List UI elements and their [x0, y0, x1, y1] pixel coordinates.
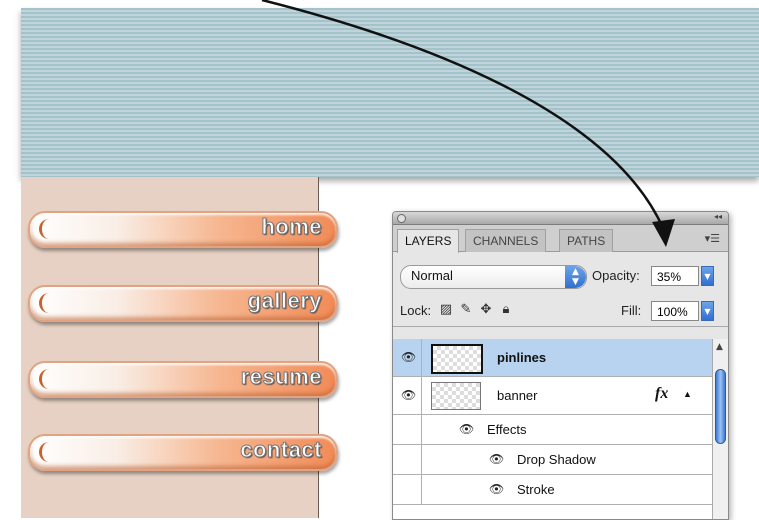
tab-layers[interactable]: LAYERS — [397, 229, 460, 253]
effect-name: Drop Shadow — [517, 452, 596, 467]
scroll-up-icon[interactable]: ▲ — [716, 342, 723, 352]
opacity-field[interactable]: 35% — [651, 266, 699, 286]
nav-button-gallery[interactable]: gallery — [28, 285, 338, 322]
collapse-icon[interactable]: ◂◂ — [714, 212, 722, 221]
panel-tabs: LAYERS CHANNELS PATHS ▾☰ — [393, 225, 728, 253]
layer-row-banner[interactable]: 👁︎ banner fx ▲ — [393, 377, 713, 415]
layer-row-pinlines[interactable]: 👁︎ pinlines — [393, 339, 713, 377]
opacity-label: Opacity: — [592, 268, 640, 283]
layers-panel: ◂◂ LAYERS CHANNELS PATHS ▾☰ Normal ▲ ▼ Op… — [392, 211, 729, 520]
eye-icon[interactable]: 👁︎ — [401, 388, 416, 402]
button-grip-shape — [39, 442, 56, 462]
lock-label: Lock: — [400, 303, 432, 318]
fx-icon[interactable]: fx — [655, 385, 668, 403]
lock-all-icon[interactable]: 🔒︎ — [499, 303, 513, 317]
layer-thumbnail — [431, 344, 483, 374]
effects-row[interactable]: 👁︎ Effects — [393, 415, 713, 445]
layers-list: 👁︎ pinlines 👁︎ banner fx ▲ 👁︎ Effects 👁︎… — [393, 339, 713, 519]
scroll-thumb[interactable] — [715, 369, 726, 444]
eye-icon[interactable]: 👁︎ — [489, 482, 504, 496]
nav-label: home — [261, 214, 322, 240]
fill-field[interactable]: 100% — [651, 301, 699, 321]
updown-arrows-icon: ▲ ▼ — [565, 266, 586, 288]
tab-channels[interactable]: CHANNELS — [465, 229, 547, 252]
layer-name[interactable]: pinlines — [497, 350, 546, 365]
layers-scrollbar[interactable]: ▲ — [712, 339, 728, 519]
fill-dropdown-icon[interactable]: ▼ — [701, 301, 714, 321]
nav-button-resume[interactable]: resume — [28, 361, 338, 398]
nav-button-home[interactable]: home — [28, 211, 338, 248]
lock-image-pixels-icon[interactable]: ✎ — [459, 303, 473, 317]
blend-mode-value: Normal — [411, 268, 453, 283]
lock-position-icon[interactable]: ✥ — [479, 303, 493, 317]
button-grip-shape — [39, 369, 56, 389]
effect-row-stroke[interactable]: 👁︎ Stroke — [393, 475, 713, 505]
layer-name[interactable]: banner — [497, 388, 537, 403]
blend-mode-select[interactable]: Normal ▲ ▼ — [400, 265, 587, 289]
visibility-column — [393, 445, 422, 474]
expand-effects-icon[interactable]: ▲ — [683, 389, 692, 399]
header-banner-pinlines — [21, 8, 759, 177]
button-grip-shape — [39, 293, 56, 313]
button-grip-shape — [39, 219, 56, 239]
panel-titlebar[interactable]: ◂◂ — [393, 212, 728, 225]
eye-icon[interactable]: 👁︎ — [401, 350, 416, 364]
nav-button-contact[interactable]: contact — [28, 434, 338, 471]
effects-label: Effects — [487, 422, 527, 437]
nav-label: gallery — [247, 288, 322, 314]
eye-icon[interactable]: 👁︎ — [489, 452, 504, 466]
eye-icon[interactable]: 👁︎ — [459, 422, 474, 436]
visibility-column — [393, 415, 422, 444]
close-icon[interactable] — [397, 214, 406, 223]
panel-menu-icon[interactable]: ▾☰ — [705, 232, 720, 245]
tab-paths[interactable]: PATHS — [559, 229, 614, 252]
lock-fill-row: Lock: ▨ ✎ ✥ 🔒︎ Fill: 100% ▼ — [393, 298, 728, 327]
effect-name: Stroke — [517, 482, 555, 497]
visibility-column — [393, 475, 422, 504]
lock-transparent-pixels-icon[interactable]: ▨ — [439, 303, 453, 317]
opacity-dropdown-icon[interactable]: ▼ — [701, 266, 714, 286]
blend-opacity-row: Normal ▲ ▼ Opacity: 35% ▼ — [393, 264, 728, 294]
nav-label: contact — [240, 437, 322, 463]
nav-label: resume — [240, 364, 322, 390]
layer-thumbnail — [431, 382, 481, 410]
fill-label: Fill: — [621, 303, 642, 318]
effect-row-drop-shadow[interactable]: 👁︎ Drop Shadow — [393, 445, 713, 475]
